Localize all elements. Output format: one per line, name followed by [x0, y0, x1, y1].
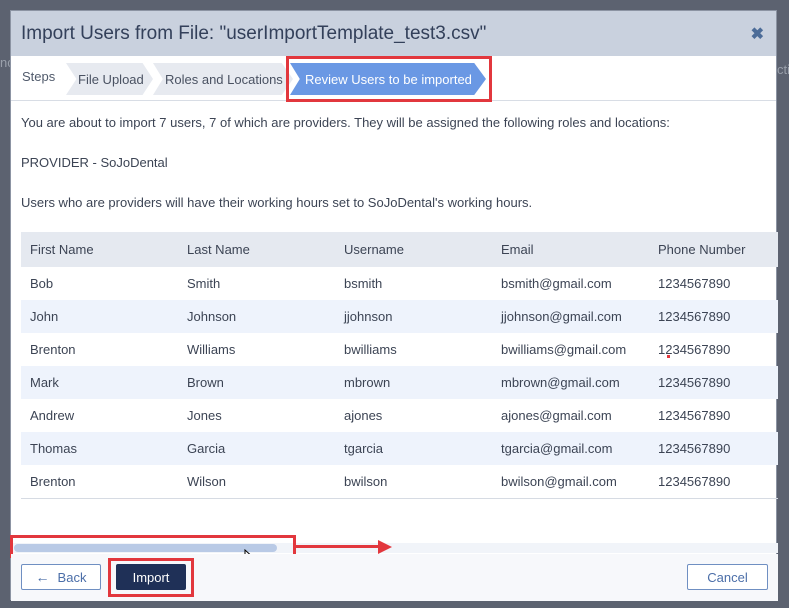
table-row: Brenton Williams bwilliams bwilliams@gma…	[21, 333, 778, 366]
cell-username: tgarcia	[344, 441, 384, 456]
table-row: John Johnson jjohnson jjohnson@gmail.com…	[21, 300, 778, 333]
cell-last-name: Brown	[187, 375, 224, 390]
import-users-dialog: Import Users from File: "userImportTempl…	[10, 10, 778, 601]
step-highlight-annotation	[286, 56, 492, 102]
column-header-first-name[interactable]: First Name	[21, 242, 178, 257]
cell-first-name: John	[30, 309, 59, 324]
cell-first-name: Mark	[30, 375, 59, 390]
table-row: Andrew Jones ajones ajones@gmail.com 123…	[21, 399, 778, 432]
table-row: Thomas Garcia tgarcia tgarcia@gmail.com …	[21, 432, 778, 465]
step-file-upload[interactable]: File Upload	[66, 63, 153, 95]
cell-email: jjohnson@gmail.com	[501, 309, 622, 324]
dialog-content: You are about to import 7 users, 7 of wh…	[11, 102, 778, 544]
dialog-titlebar: Import Users from File: "userImportTempl…	[11, 11, 776, 56]
cell-username: jjohnson	[344, 309, 393, 324]
cell-username: ajones	[344, 408, 383, 423]
column-header-phone-number[interactable]: Phone Number	[649, 242, 778, 257]
cell-phone-number: 1234567890	[658, 441, 731, 456]
cell-phone-number: 1234567890	[658, 474, 731, 489]
cell-phone-number: 1234567890	[658, 309, 731, 324]
background-fragment-right: ctiv	[777, 62, 789, 77]
column-header-username[interactable]: Username	[335, 242, 492, 257]
cell-last-name: Williams	[187, 342, 236, 357]
step-label: Roles and Locations	[165, 71, 283, 87]
back-button-label: Back	[57, 569, 87, 585]
table-header: First Name Last Name Username Email Phon…	[21, 232, 778, 267]
dialog-title: Import Users from File: "userImportTempl…	[21, 22, 487, 44]
cell-username: bwilson	[344, 474, 388, 489]
role-location-text: PROVIDER - SoJoDental	[21, 155, 168, 170]
table-row: Brenton Wilson bwilson bwilson@gmail.com…	[21, 465, 778, 498]
back-button[interactable]: ← Back	[21, 564, 101, 590]
cell-username: mbrown	[344, 375, 391, 390]
cell-first-name: Brenton	[30, 474, 76, 489]
dialog-footer: ← Back Import Cancel	[11, 554, 778, 601]
cell-last-name: Wilson	[187, 474, 227, 489]
cell-first-name: Brenton	[30, 342, 76, 357]
steps-label: Steps	[22, 69, 56, 84]
working-hours-note: Users who are providers will have their …	[21, 195, 533, 210]
cell-username: bwilliams	[344, 342, 397, 357]
cell-last-name: Jones	[187, 408, 222, 423]
close-icon[interactable]: ✖	[749, 24, 766, 44]
import-highlight-annotation	[108, 558, 194, 597]
arrow-right-icon	[378, 540, 392, 554]
cell-phone-number: 1234567890	[658, 276, 731, 291]
import-summary-text: You are about to import 7 users, 7 of wh…	[21, 115, 670, 130]
table-row: Bob Smith bsmith bsmith@gmail.com 123456…	[21, 267, 778, 300]
cell-first-name: Bob	[30, 276, 54, 291]
arrow-left-icon: ←	[35, 569, 50, 585]
cancel-button[interactable]: Cancel	[687, 564, 768, 590]
cell-email: bwilliams@gmail.com	[501, 342, 627, 357]
column-header-email[interactable]: Email	[492, 242, 649, 257]
cell-last-name: Garcia	[187, 441, 226, 456]
table-row: Mark Brown mbrown mbrown@gmail.com 12345…	[21, 366, 778, 399]
step-label: File Upload	[78, 71, 144, 87]
annotation-dot	[667, 355, 670, 358]
cell-last-name: Johnson	[187, 309, 237, 324]
column-header-last-name[interactable]: Last Name	[178, 242, 335, 257]
cell-email: tgarcia@gmail.com	[501, 441, 613, 456]
cell-first-name: Thomas	[30, 441, 77, 456]
cell-email: bsmith@gmail.com	[501, 276, 612, 291]
cell-email: ajones@gmail.com	[501, 408, 612, 423]
cell-last-name: Smith	[187, 276, 221, 291]
cell-phone-number: 1234567890	[658, 408, 731, 423]
scroll-arrow-annotation	[296, 545, 380, 548]
cell-phone-number: 1234567890	[658, 375, 731, 390]
cell-email: bwilson@gmail.com	[501, 474, 617, 489]
users-table: First Name Last Name Username Email Phon…	[21, 232, 778, 499]
cell-first-name: Andrew	[30, 408, 75, 423]
cell-email: mbrown@gmail.com	[501, 375, 620, 390]
cell-username: bsmith	[344, 276, 383, 291]
step-roles-and-locations[interactable]: Roles and Locations	[153, 63, 293, 95]
